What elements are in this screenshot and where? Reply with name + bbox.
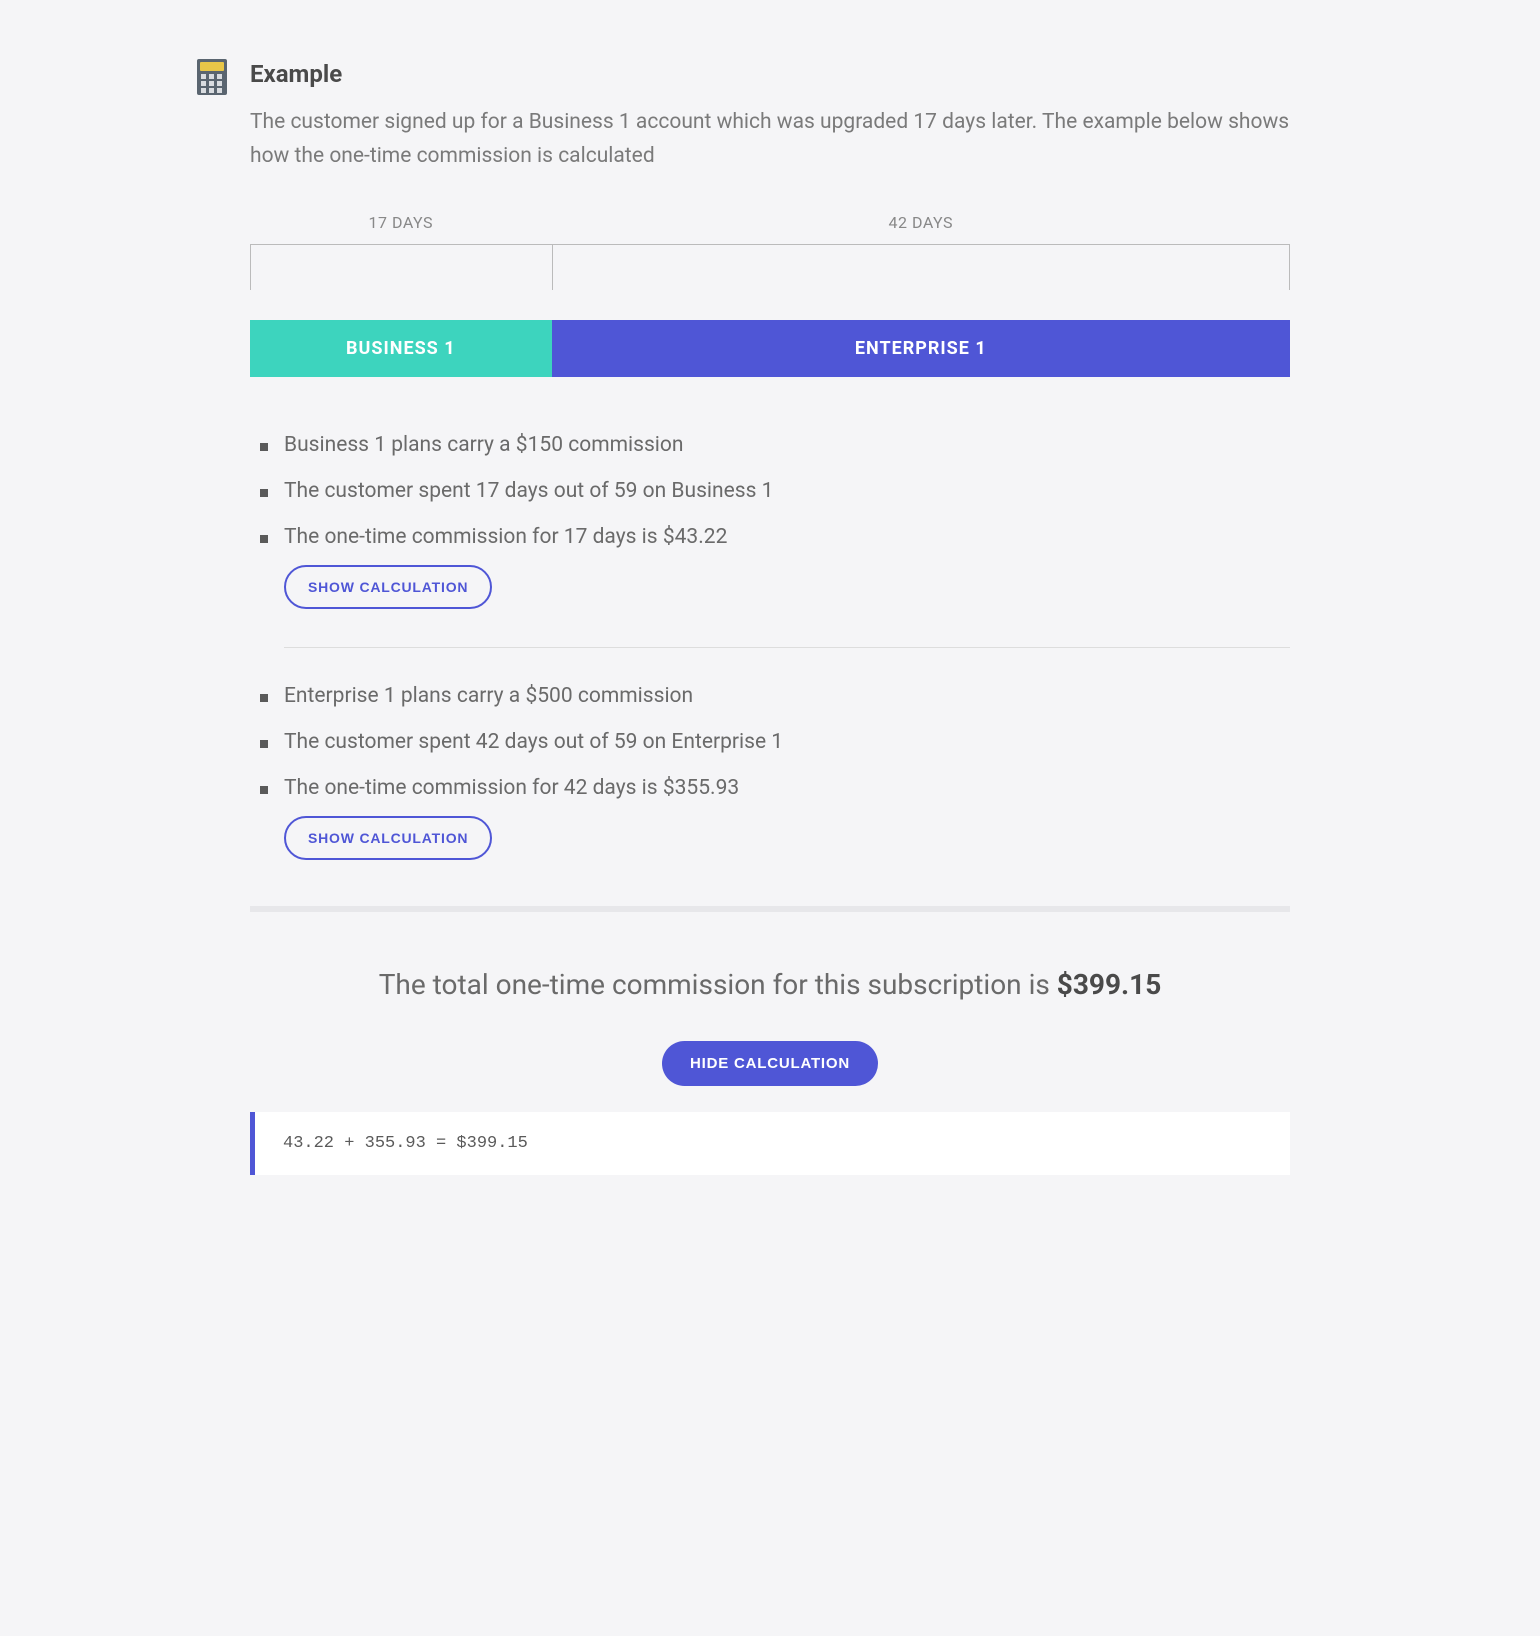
timeline-left-label: 17 DAYS <box>250 213 552 244</box>
plan-bar: BUSINESS 1 ENTERPRISE 1 <box>250 320 1290 377</box>
list-item: The customer spent 17 days out of 59 on … <box>260 479 1290 503</box>
list-item: Enterprise 1 plans carry a $500 commissi… <box>260 684 1290 708</box>
calculator-icon <box>195 58 229 96</box>
plan-enterprise: ENTERPRISE 1 <box>552 320 1290 377</box>
total-line: The total one-time commission for this s… <box>250 968 1290 1001</box>
show-calculation-button-enterprise[interactable]: SHOW CALCULATION <box>284 816 492 860</box>
list-item: Business 1 plans carry a $150 commission <box>260 433 1290 457</box>
total-text: The total one-time commission for this s… <box>379 968 1057 1001</box>
divider <box>284 647 1290 648</box>
section-title: Example <box>250 60 1290 88</box>
timeline-right-label: 42 DAYS <box>552 213 1290 244</box>
hide-calculation-button[interactable]: HIDE CALCULATION <box>662 1041 878 1086</box>
calculation-box: 43.22 + 355.93 = $399.15 <box>250 1112 1290 1175</box>
timeline: 17 DAYS 42 DAYS <box>250 213 1290 290</box>
thick-divider <box>250 906 1290 912</box>
show-calculation-button-business[interactable]: SHOW CALCULATION <box>284 565 492 609</box>
list-item: The one-time commission for 17 days is $… <box>260 525 1290 549</box>
intro-text: The customer signed up for a Business 1 … <box>250 106 1290 173</box>
total-amount: $399.15 <box>1057 968 1162 1001</box>
plan-business: BUSINESS 1 <box>250 320 552 377</box>
business-bullets: Business 1 plans carry a $150 commission… <box>250 433 1290 549</box>
list-item: The one-time commission for 42 days is $… <box>260 776 1290 800</box>
list-item: The customer spent 42 days out of 59 on … <box>260 730 1290 754</box>
calculation-formula: 43.22 + 355.93 = $399.15 <box>283 1134 528 1153</box>
enterprise-bullets: Enterprise 1 plans carry a $500 commissi… <box>250 684 1290 800</box>
